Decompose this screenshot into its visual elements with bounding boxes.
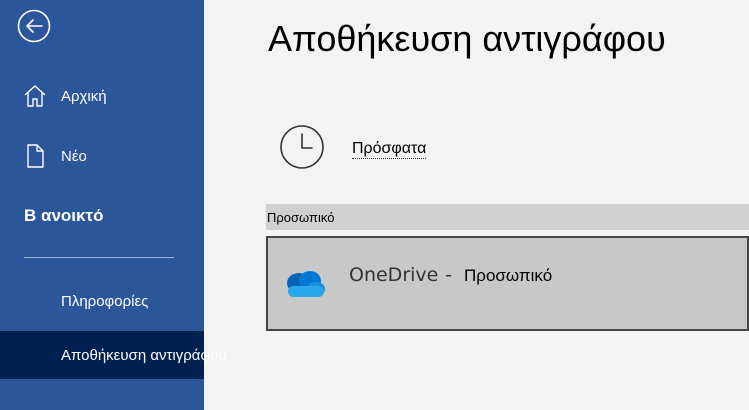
onedrive-personal-location[interactable]: OneDrive - Προσωπικό (266, 236, 749, 331)
clock-icon (278, 123, 326, 176)
nav-save-a-copy[interactable]: Αποθήκευση αντιγράφου (0, 331, 227, 379)
main-panel: Αποθήκευση αντιγράφου Πρόσφατα Προσωπικό… (204, 0, 749, 410)
onedrive-account-type: Προσωπικό (464, 266, 553, 285)
nav-info[interactable]: Πληροφορίες (0, 281, 204, 321)
onedrive-name: OneDrive (349, 264, 439, 286)
document-icon (22, 143, 48, 169)
nav-new[interactable]: Νέο (0, 136, 204, 176)
nav-home-label: Αρχική (61, 87, 107, 105)
onedrive-separator: - (445, 264, 452, 286)
page-title: Αποθήκευση αντιγράφου (268, 18, 666, 59)
section-header-label: Προσωπικό (267, 209, 335, 225)
nav-save-a-copy-label: Αποθήκευση αντιγράφου (61, 346, 227, 364)
section-header-personal: Προσωπικό (266, 204, 749, 230)
home-icon (22, 83, 48, 109)
recent-locations-button[interactable]: Πρόσφατα (278, 123, 427, 176)
nav-home[interactable]: Αρχική (0, 76, 204, 116)
back-button[interactable] (17, 9, 51, 48)
backstage-sidebar: Αρχική Νέο Β ανοικτό Πληροφορίες Αποθήκε… (0, 0, 227, 410)
nav-info-label: Πληροφορίες (61, 292, 149, 310)
recent-label: Πρόσφατα (352, 139, 427, 159)
back-arrow-icon (17, 9, 51, 48)
nav-open-label: Β ανοικτό (24, 206, 104, 225)
onedrive-cloud-icon (280, 268, 328, 305)
sidebar-divider (24, 257, 174, 258)
nav-new-label: Νέο (61, 147, 87, 165)
nav-open[interactable]: Β ανοικτό (0, 196, 204, 236)
